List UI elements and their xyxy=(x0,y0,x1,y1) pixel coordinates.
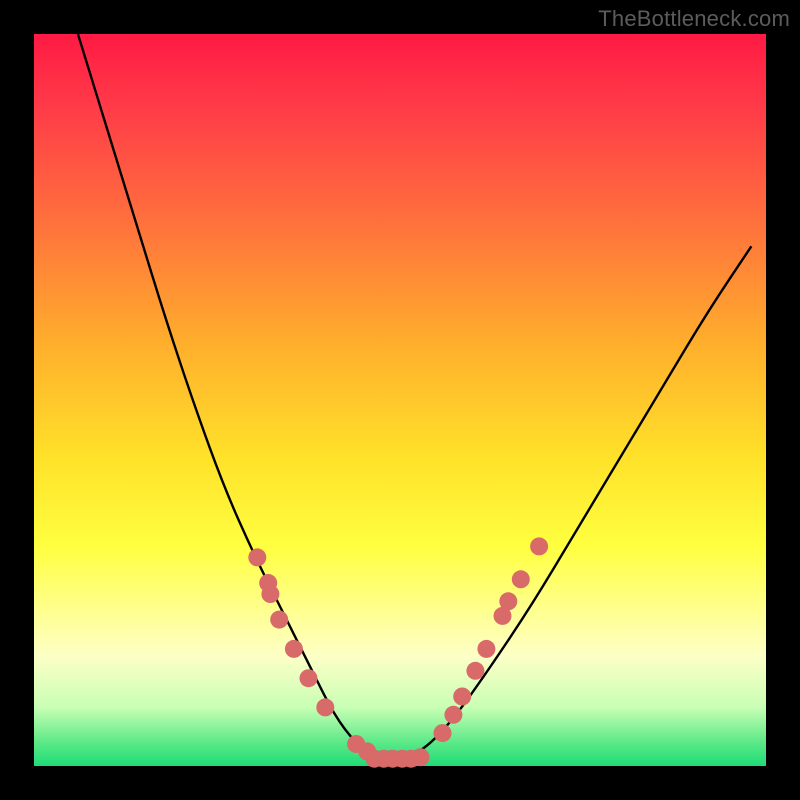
data-point xyxy=(300,669,318,687)
data-point xyxy=(512,570,530,588)
data-point xyxy=(499,592,517,610)
data-point xyxy=(248,548,266,566)
data-point xyxy=(530,537,548,555)
curve-layer xyxy=(34,34,766,766)
data-point xyxy=(444,706,462,724)
data-point xyxy=(412,748,430,766)
data-point xyxy=(477,640,495,658)
plot-area xyxy=(34,34,766,766)
data-point xyxy=(434,724,452,742)
bottleneck-curve xyxy=(78,34,751,759)
data-point xyxy=(453,688,471,706)
data-point xyxy=(466,662,484,680)
data-point xyxy=(316,698,334,716)
chart-frame: TheBottleneck.com xyxy=(0,0,800,800)
data-point xyxy=(270,611,288,629)
data-point xyxy=(261,585,279,603)
data-points xyxy=(248,537,548,767)
data-point xyxy=(285,640,303,658)
watermark-text: TheBottleneck.com xyxy=(598,6,790,32)
